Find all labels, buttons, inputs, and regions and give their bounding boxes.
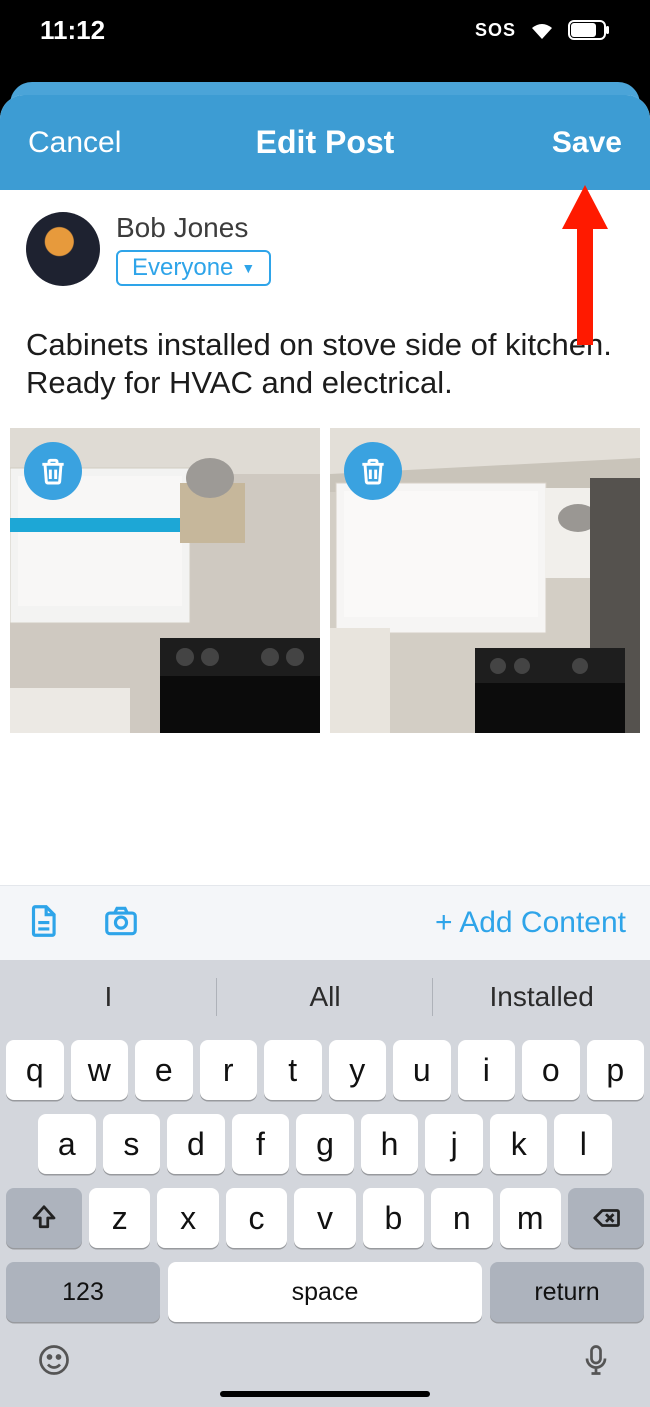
emoji-icon [36,1342,72,1378]
delete-photo-button[interactable] [344,442,402,500]
attachment-toolbar: + Add Content [0,885,650,960]
attach-photo-button[interactable] [102,902,140,945]
attached-photo[interactable] [330,428,640,733]
author-name: Bob Jones [116,212,271,244]
sheet-title: Edit Post [256,124,395,161]
key-b[interactable]: b [363,1188,424,1248]
key-i[interactable]: i [458,1040,516,1100]
avatar[interactable] [26,212,100,286]
document-icon [24,902,62,940]
key-m[interactable]: m [500,1188,561,1248]
key-row-2: asdfghjkl [6,1114,644,1174]
edit-post-sheet: Cancel Edit Post Save Bob Jones Everyone… [0,95,650,1407]
key-o[interactable]: o [522,1040,580,1100]
status-bar: 11:12 SOS [0,0,650,60]
suggestion[interactable]: Installed [433,960,650,1034]
key-l[interactable]: l [554,1114,612,1174]
key-row-1: qwertyuiop [6,1040,644,1100]
key-d[interactable]: d [167,1114,225,1174]
key-u[interactable]: u [393,1040,451,1100]
dictation-key[interactable] [578,1342,614,1383]
status-time: 11:12 [40,15,105,46]
status-right: SOS [475,19,610,41]
suggestion[interactable]: All [217,960,434,1034]
trash-icon [357,455,389,487]
attach-file-button[interactable] [24,902,62,945]
wifi-icon [528,19,556,41]
battery-icon [568,20,610,40]
key-v[interactable]: v [294,1188,355,1248]
key-e[interactable]: e [135,1040,193,1100]
sheet-header: Cancel Edit Post Save [0,95,650,190]
key-k[interactable]: k [490,1114,548,1174]
shift-key[interactable] [6,1188,82,1248]
key-z[interactable]: z [89,1188,150,1248]
privacy-selector[interactable]: Everyone ▼ [116,250,271,286]
home-indicator[interactable] [220,1391,430,1397]
key-row-3: zxcvbnm [6,1188,644,1248]
attached-photo[interactable] [10,428,320,733]
sos-indicator: SOS [475,20,516,41]
cancel-button[interactable]: Cancel [28,126,178,160]
backspace-icon [591,1203,621,1233]
key-j[interactable]: j [425,1114,483,1174]
privacy-label: Everyone [132,254,233,282]
key-s[interactable]: s [103,1114,161,1174]
suggestion[interactable]: I [0,960,217,1034]
key-y[interactable]: y [329,1040,387,1100]
suggestion-bar: I All Installed [0,960,650,1034]
photo-attachments [0,428,650,733]
backspace-key[interactable] [568,1188,644,1248]
key-t[interactable]: t [264,1040,322,1100]
return-key[interactable]: return [490,1262,644,1322]
key-g[interactable]: g [296,1114,354,1174]
on-screen-keyboard: I All Installed qwertyuiop asdfghjkl zxc… [0,960,650,1407]
author-row: Bob Jones Everyone ▼ [0,190,650,296]
add-content-button[interactable]: + Add Content [435,906,626,940]
key-f[interactable]: f [232,1114,290,1174]
key-c[interactable]: c [226,1188,287,1248]
key-h[interactable]: h [361,1114,419,1174]
delete-photo-button[interactable] [24,442,82,500]
key-row-4: 123 space return [6,1262,644,1322]
chevron-down-icon: ▼ [241,260,255,276]
key-r[interactable]: r [200,1040,258,1100]
save-button[interactable]: Save [472,126,622,160]
key-n[interactable]: n [431,1188,492,1248]
numbers-key[interactable]: 123 [6,1262,160,1322]
key-q[interactable]: q [6,1040,64,1100]
key-a[interactable]: a [38,1114,96,1174]
camera-icon [102,902,140,940]
key-x[interactable]: x [157,1188,218,1248]
key-w[interactable]: w [71,1040,129,1100]
post-text-input[interactable]: Cabinets installed on stove side of kitc… [0,296,650,428]
emoji-key[interactable] [36,1342,72,1383]
key-p[interactable]: p [587,1040,645,1100]
space-key[interactable]: space [168,1262,482,1322]
shift-icon [29,1203,59,1233]
post-content-area: Bob Jones Everyone ▼ Cabinets installed … [0,190,650,885]
trash-icon [37,455,69,487]
microphone-icon [578,1342,614,1378]
